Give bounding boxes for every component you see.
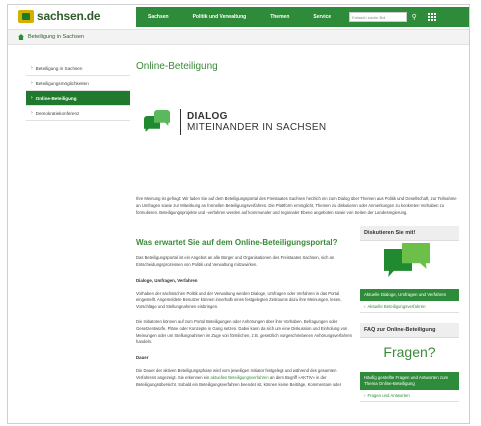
nav-item-service[interactable]: Service [301,14,343,20]
chevron-right-icon: › [31,110,33,116]
breadcrumb-current[interactable]: Beteiligung in Sachsen [28,34,84,40]
sidebar-nav: › Beteiligung in Sachsen › Beteiligungsm… [26,61,130,121]
top-header: sachsen.de Sachsen Politik und Verwaltun… [8,5,469,29]
discuss-teaser-card[interactable]: Aktuelle Dialoge, Umfragen und Verfahren [360,289,459,301]
sidebar-item-label: Beteiligungsmöglichkeiten [35,80,89,86]
subheading: Dialoge, Umfragen, Verfahren [136,277,198,283]
chevron-right-icon: › [31,95,33,101]
logo-text: sachsen.de [37,9,101,23]
current-procedures-link[interactable]: › Aktuelle Beteiligungsverfahren [360,301,459,313]
chevron-right-icon: › [31,80,33,86]
site-logo[interactable]: sachsen.de [18,8,101,24]
banner-subtitle: MITEINANDER IN SACHSEN [187,122,327,133]
main-content: Online-Beteiligung DIALOG MITEINANDER IN… [136,61,459,216]
chevron-right-icon: › [364,304,366,309]
main-nav: Sachsen Politik und Verwaltung Themen Se… [136,7,469,27]
intro-text: Ihre Meinung ist gefragt: Wir laden Sie … [136,196,457,215]
browser-frame: sachsen.de Sachsen Politik und Verwaltun… [7,4,470,424]
banner-divider [180,109,181,135]
faq-teaser-image[interactable]: Fragen? [360,344,459,372]
page-title: Online-Beteiligung [136,61,218,72]
article-column: Was erwartet Sie auf dem Online-Beteilig… [136,238,354,389]
grid-menu-icon[interactable] [427,12,437,22]
subheading: Dauer [136,355,149,361]
nav-item-sachsen[interactable]: Sachsen [136,14,181,20]
link-label: Fragen und Antworten [367,393,410,398]
chevron-right-icon: › [31,65,33,71]
sidebar-item-label: Demokratiekonferenz [35,110,80,116]
sidebar-item-online-beteiligung[interactable]: › Online-Beteiligung [26,91,130,106]
nav-item-themen[interactable]: Themen [258,14,301,20]
faq-link[interactable]: › Fragen und Antworten [360,390,459,402]
chevron-right-icon: › [364,393,366,398]
active-procedure-link[interactable]: aktuelles Beteiligungsverfahren [211,375,269,380]
logo-icon [18,9,34,23]
sidebar-item-moeglichkeiten[interactable]: › Beteiligungsmöglichkeiten [26,76,130,91]
dialog-banner: DIALOG MITEINANDER IN SACHSEN [136,92,459,152]
banner-title: DIALOG [187,111,228,122]
breadcrumb: Beteiligung in Sachsen [8,29,469,45]
faq-teaser-card[interactable]: Häufig gestellte Fragen und Antworten zu… [360,372,459,390]
speech-bubbles-icon [144,110,172,134]
sidebar-item-beteiligung[interactable]: › Beteiligung in Sachsen [26,61,130,76]
paragraph: Die Initiatoren können auf zum Portal Be… [136,318,353,345]
paragraph: Vorhaben der sächsischen Politik und der… [136,290,342,310]
paragraph: Die Dauer der aktiven Beteiligungsphase … [136,368,354,388]
sidebar-item-label: Beteiligung in Sachsen [35,65,83,71]
section-heading: Was erwartet Sie auf dem Online-Beteilig… [136,238,338,247]
faq-heading: FAQ zur Online-Beteiligung [360,323,459,338]
aside-column: Diskutieren Sie mit! Aktuelle Dialoge, U… [360,226,459,402]
paragraph: Das Beteiligungsportal ist ein Angebot a… [136,255,335,267]
discuss-heading: Diskutieren Sie mit! [360,226,459,241]
search-icon[interactable]: ⚲ [409,12,419,22]
nav-item-politik[interactable]: Politik und Verwaltung [181,14,259,20]
search-input[interactable]: Entsach suche Bol [349,12,408,22]
sidebar-item-label: Online-Beteiligung [35,95,77,101]
discuss-teaser-image[interactable] [360,241,459,289]
sidebar-item-demokratiekonferenz[interactable]: › Demokratiekonferenz [26,106,130,121]
home-icon[interactable] [18,34,24,40]
link-label: Aktuelle Beteiligungsverfahren [367,304,426,309]
